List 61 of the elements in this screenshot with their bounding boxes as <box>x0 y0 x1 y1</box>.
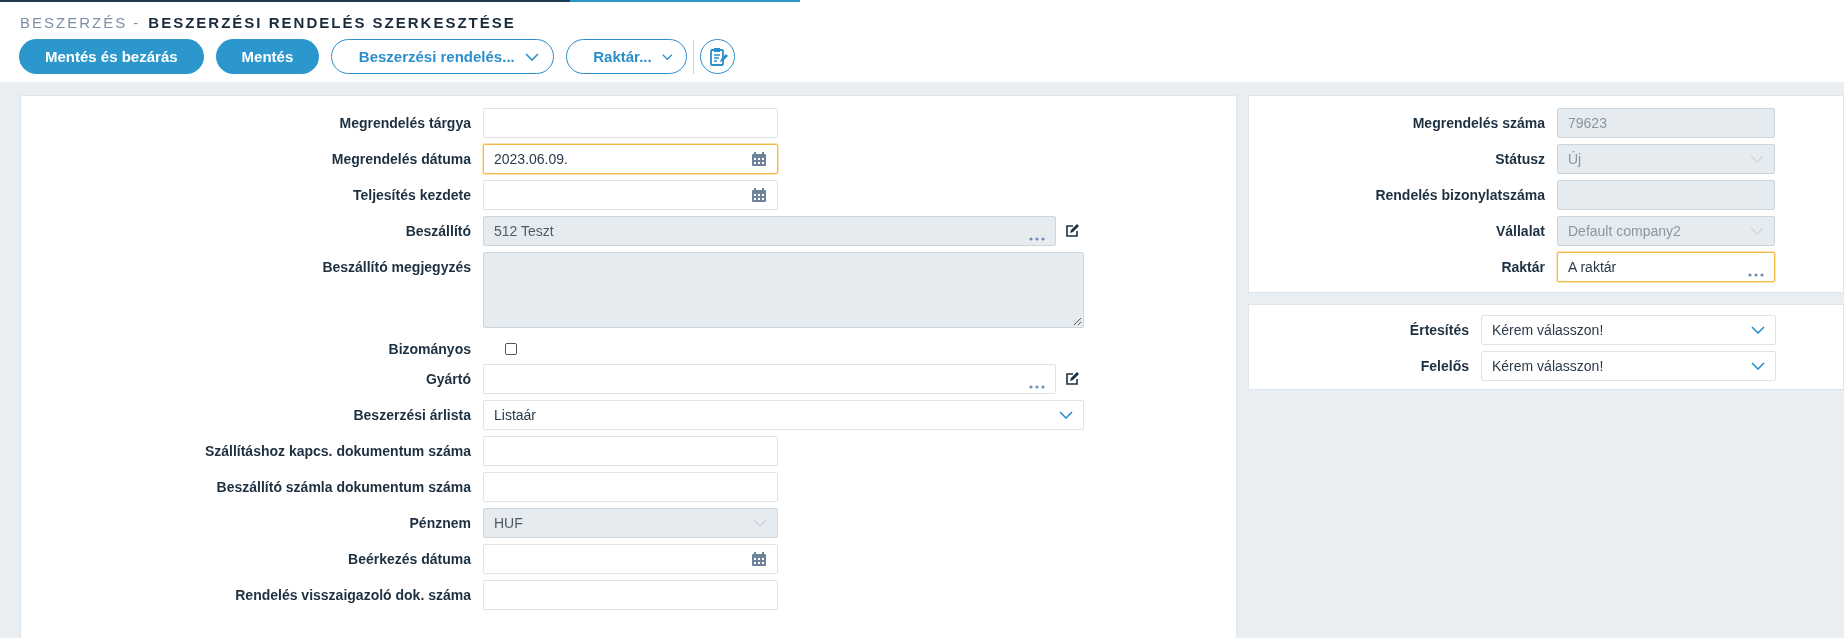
chevron-down-icon[interactable] <box>524 52 539 61</box>
field-value: HUF <box>494 515 523 531</box>
field-label: Bizományos <box>387 340 472 357</box>
chevron-down-icon[interactable] <box>1751 362 1765 370</box>
field-value: 512 Teszt <box>494 223 554 239</box>
text-field[interactable] <box>483 580 778 610</box>
select-field[interactable]: Kérem válasszon! <box>1481 351 1776 381</box>
lookup-field[interactable] <box>483 364 1056 394</box>
page-title: BESZERZÉSI RENDELÉS SZERKESZTÉSE <box>148 14 516 31</box>
calendar-icon[interactable] <box>751 187 767 203</box>
date-field[interactable] <box>483 180 778 210</box>
edit-icon[interactable] <box>1065 224 1080 238</box>
more-icon[interactable] <box>1748 273 1764 277</box>
text-field[interactable] <box>483 436 778 466</box>
breadcrumb-section[interactable]: BESZERZÉS - <box>20 14 141 31</box>
toolbar-button[interactable]: Mentés <box>215 39 320 74</box>
select-field[interactable]: Listaár <box>483 400 1084 430</box>
field-value: Kérem válasszon! <box>1492 322 1604 338</box>
field-label: Raktár <box>1500 258 1546 275</box>
field-value: Kérem válasszon! <box>1492 358 1604 374</box>
field-label: Beszállító számla dokumentum száma <box>215 478 472 495</box>
field-label: Beszállító <box>404 222 472 239</box>
field-label: Beszállító megjegyzés <box>321 258 472 275</box>
select-field[interactable]: Kérem válasszon! <box>1481 315 1776 345</box>
field-label: Beszerzési árlista <box>352 406 472 423</box>
field-label: Szállításhoz kapcs. dokumentum száma <box>203 442 472 459</box>
field-label: Státusz <box>1494 150 1546 167</box>
field-label: Értesítés <box>1408 321 1470 338</box>
edit-icon[interactable] <box>1065 372 1080 386</box>
dropdown-button[interactable]: Beszerzési rendelés... <box>331 39 555 74</box>
text-field[interactable] <box>483 108 778 138</box>
date-field[interactable]: 2023.06.09. <box>483 144 778 174</box>
field-label: Teljesítés kezdete <box>351 186 472 203</box>
field-label: Felelős <box>1419 357 1470 374</box>
text-field[interactable] <box>483 472 778 502</box>
calendar-icon[interactable] <box>751 551 767 567</box>
field-value: Listaár <box>494 407 537 423</box>
field-label: Megrendelés tárgya <box>338 114 472 131</box>
chevron-down-icon[interactable] <box>1751 326 1765 334</box>
field-label: Megrendelés száma <box>1411 114 1546 131</box>
chevron-down-icon[interactable] <box>661 52 673 61</box>
clipboard-icon <box>707 46 728 67</box>
date-field[interactable] <box>483 544 778 574</box>
field-value: 2023.06.09. <box>494 151 568 167</box>
field-label: Gyártó <box>424 370 472 387</box>
toolbar-button[interactable]: Mentés és bezárás <box>19 39 204 74</box>
clipboard-button[interactable] <box>700 39 736 74</box>
field-value: 79623 <box>1568 115 1607 131</box>
field-label: Pénznem <box>408 514 472 531</box>
field-label: Vállalat <box>1494 222 1546 239</box>
field-label: Beérkezés dátuma <box>347 550 472 567</box>
chevron-down-icon[interactable] <box>1059 411 1073 419</box>
calendar-icon[interactable] <box>751 151 767 167</box>
field-value: A raktár <box>1568 259 1617 275</box>
field-label: Megrendelés dátuma <box>330 150 472 167</box>
lookup-field[interactable]: A raktár <box>1557 252 1775 282</box>
dropdown-button[interactable]: Raktár... <box>566 39 688 74</box>
checkbox[interactable] <box>505 343 517 355</box>
field-label: Rendelés bizonylatszáma <box>1374 186 1546 203</box>
more-icon[interactable] <box>1029 385 1045 389</box>
field-label: Rendelés visszaigazoló dok. száma <box>234 586 472 603</box>
